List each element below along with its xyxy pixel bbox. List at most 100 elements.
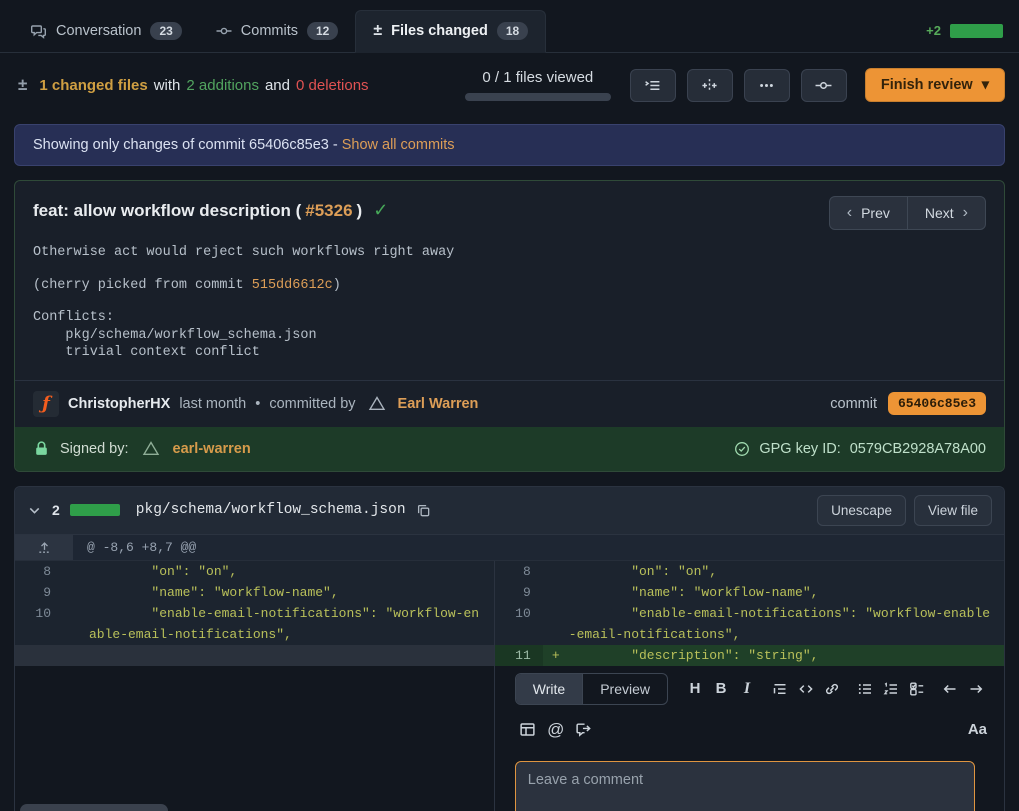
diff-line-new-8[interactable]: 8 "on": "on", bbox=[495, 561, 1004, 582]
next-commit-button[interactable]: Next › bbox=[907, 196, 986, 230]
diff-options-button[interactable] bbox=[744, 69, 790, 102]
copy-file-path-icon[interactable] bbox=[416, 503, 431, 518]
show-all-commits-link[interactable]: Show all commits bbox=[342, 137, 455, 153]
conversation-icon bbox=[31, 23, 47, 39]
arrow-left-icon[interactable] bbox=[937, 677, 963, 701]
line-number[interactable]: 8 bbox=[15, 561, 63, 582]
deletions-summary: 0 deletions bbox=[296, 77, 369, 94]
line-number[interactable]: 9 bbox=[15, 582, 63, 603]
commit-title: feat: allow workflow description (#5326)… bbox=[33, 196, 388, 221]
expand-hunk-button[interactable] bbox=[15, 535, 73, 560]
hunk-header-row: @ -8,6 +8,7 @@ bbox=[15, 534, 1004, 561]
diff-line-old-9[interactable]: 9 "name": "workflow-name", bbox=[15, 582, 494, 603]
lock-icon bbox=[33, 440, 50, 457]
tab-write[interactable]: Write bbox=[516, 674, 583, 704]
commit-hash-badge[interactable]: 65406c85e3 bbox=[888, 392, 986, 415]
commit-icon bbox=[216, 23, 232, 39]
files-changed-count-badge: 18 bbox=[497, 22, 528, 40]
cherry-pick-line: (cherry picked from commit 515dd6612c) bbox=[33, 277, 986, 295]
avatar-earl-warren-signed[interactable] bbox=[139, 437, 163, 461]
line-sign bbox=[63, 603, 89, 645]
commit-time: last month bbox=[179, 396, 246, 412]
commit-status-check-icon[interactable]: ✓ bbox=[373, 200, 388, 221]
line-number[interactable]: 9 bbox=[495, 582, 543, 603]
issue-link[interactable]: #5326 bbox=[305, 201, 352, 221]
unordered-list-icon[interactable] bbox=[852, 677, 878, 701]
diff-line-new-11-added[interactable]: 11+ "description": "string", bbox=[495, 645, 1004, 666]
additions-summary: 2 additions bbox=[186, 77, 259, 94]
arrow-right-icon[interactable] bbox=[963, 677, 989, 701]
reference-icon[interactable] bbox=[571, 718, 597, 742]
diff-line-new-10[interactable]: 10 "enable-email-notifications": "workfl… bbox=[495, 603, 1004, 645]
ordered-list-icon[interactable] bbox=[878, 677, 904, 701]
diff-line-old-10[interactable]: 10 "enable-email-notifications": "workfl… bbox=[15, 603, 494, 645]
line-number[interactable]: 10 bbox=[15, 603, 63, 645]
comment-input[interactable] bbox=[515, 761, 975, 811]
bold-icon[interactable]: B bbox=[708, 677, 734, 701]
collapse-file-chevron-down-icon[interactable] bbox=[27, 503, 42, 518]
finish-review-button[interactable]: Finish review ▾ bbox=[865, 68, 1005, 102]
chevron-right-icon: › bbox=[963, 205, 968, 221]
avatar-christopherhx[interactable]: ƒ bbox=[33, 391, 59, 417]
avatar-earl-warren[interactable] bbox=[365, 392, 389, 416]
commit-select-button[interactable] bbox=[801, 69, 847, 102]
files-viewed-progress: 0 / 1 files viewed bbox=[465, 69, 611, 101]
line-code: "description": "string", bbox=[569, 645, 1004, 666]
finish-review-label: Finish review bbox=[881, 77, 973, 93]
commit-author-row: ƒ ChristopherHX last month • committed b… bbox=[15, 380, 1004, 427]
line-code: "enable-email-notifications": "workflow-… bbox=[89, 603, 494, 645]
diff-file-box: 2 pkg/schema/workflow_schema.json Unesca… bbox=[14, 486, 1005, 811]
font-toggle-button[interactable]: Aa bbox=[968, 721, 989, 738]
committed-by-label: committed by bbox=[269, 396, 355, 412]
tab-files-changed[interactable]: ± Files changed 18 bbox=[355, 10, 546, 53]
diff-line-new-9[interactable]: 9 "name": "workflow-name", bbox=[495, 582, 1004, 603]
triangle-avatar-icon bbox=[367, 394, 387, 414]
cherry-pick-close: ) bbox=[333, 278, 341, 293]
view-file-button[interactable]: View file bbox=[914, 495, 992, 526]
next-label: Next bbox=[925, 205, 954, 221]
line-code: "enable-email-notifications": "workflow-… bbox=[569, 603, 1004, 645]
file-diff-stats-bar bbox=[70, 504, 120, 516]
file-name[interactable]: pkg/schema/workflow_schema.json bbox=[136, 502, 406, 518]
line-number[interactable]: 8 bbox=[495, 561, 543, 582]
pr-diff-stats: +2 bbox=[926, 23, 1003, 52]
commit-title-text: feat: allow workflow description ( bbox=[33, 201, 301, 221]
italic-glyph: I bbox=[744, 680, 750, 698]
link-icon[interactable] bbox=[819, 677, 845, 701]
line-number[interactable]: 10 bbox=[495, 603, 543, 645]
line-sign bbox=[543, 561, 569, 582]
line-sign bbox=[543, 603, 569, 645]
split-diff-table: 8 "on": "on", 9 "name": "workflow-name",… bbox=[15, 561, 1004, 811]
gpg-key-value: 0579CB2928A78A00 bbox=[850, 441, 986, 457]
line-number[interactable]: 11 bbox=[495, 645, 543, 666]
committer-name[interactable]: Earl Warren bbox=[398, 396, 479, 412]
task-list-icon[interactable] bbox=[904, 677, 930, 701]
split-view-icon bbox=[701, 77, 718, 94]
tab-commits[interactable]: Commits 12 bbox=[199, 11, 356, 52]
tab-conversation[interactable]: Conversation 23 bbox=[14, 11, 199, 52]
commit-panel: feat: allow workflow description (#5326)… bbox=[14, 180, 1005, 472]
line-sign: + bbox=[543, 645, 569, 666]
heading-icon[interactable]: H bbox=[682, 677, 708, 701]
split-diff-button[interactable] bbox=[687, 69, 733, 102]
mention-icon[interactable]: @ bbox=[543, 718, 569, 742]
italic-icon[interactable]: I bbox=[734, 677, 760, 701]
gpg-key-label: GPG key ID: bbox=[759, 441, 840, 457]
file-tree-toggle-button[interactable] bbox=[630, 69, 676, 102]
table-icon[interactable] bbox=[515, 718, 541, 742]
signer-name[interactable]: earl-warren bbox=[173, 441, 251, 457]
prev-commit-button[interactable]: ‹ Prev bbox=[829, 196, 908, 230]
diff-line-old-8[interactable]: 8 "on": "on", bbox=[15, 561, 494, 582]
cherry-pick-hash-link[interactable]: 515dd6612c bbox=[252, 278, 333, 293]
commit-signed-row: Signed by: earl-warren GPG key ID: 0579C… bbox=[15, 427, 1004, 471]
line-sign bbox=[63, 561, 89, 582]
caret-down-icon: ▾ bbox=[982, 77, 989, 93]
author-name[interactable]: ChristopherHX bbox=[68, 396, 170, 412]
changed-files-count[interactable]: 1 changed files bbox=[39, 77, 147, 94]
unescape-button[interactable]: Unescape bbox=[817, 495, 906, 526]
quote-icon[interactable] bbox=[767, 677, 793, 701]
tab-preview[interactable]: Preview bbox=[583, 674, 667, 704]
code-icon[interactable] bbox=[793, 677, 819, 701]
diff-new-side: 8 "on": "on", 9 "name": "workflow-name",… bbox=[495, 561, 1004, 811]
line-sign bbox=[63, 582, 89, 603]
